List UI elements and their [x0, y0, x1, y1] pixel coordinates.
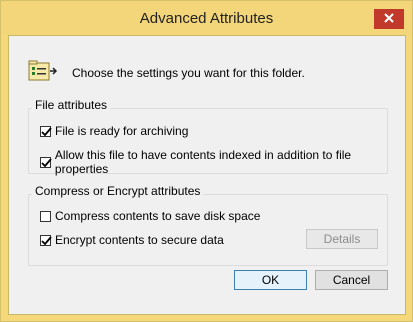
- compress-checkbox-label[interactable]: Compress contents to save disk space: [55, 209, 260, 223]
- checkmark-icon: [41, 235, 52, 245]
- ok-button[interactable]: OK: [234, 270, 307, 290]
- checkmark-icon: [41, 126, 52, 136]
- compress-checkbox[interactable]: [40, 210, 51, 222]
- dialog-client-area: Choose the settings you want for this fo…: [8, 35, 406, 315]
- advanced-attributes-window: Advanced Attributes Choose the settings …: [0, 0, 413, 322]
- folder-attributes-icon: [28, 60, 58, 82]
- details-button[interactable]: Details: [306, 229, 378, 249]
- archive-checkbox-row[interactable]: File is ready for archiving: [40, 124, 188, 138]
- cancel-button[interactable]: Cancel: [315, 270, 388, 290]
- encrypt-checkbox[interactable]: [40, 234, 52, 246]
- intro-text: Choose the settings you want for this fo…: [72, 66, 305, 80]
- archive-checkbox-label[interactable]: File is ready for archiving: [55, 124, 188, 138]
- checkmark-icon: [41, 157, 52, 167]
- title-bar[interactable]: Advanced Attributes: [1, 1, 412, 35]
- index-checkbox-label[interactable]: Allow this file to have contents indexed…: [55, 148, 405, 176]
- close-button[interactable]: [374, 9, 404, 29]
- encrypt-checkbox-row[interactable]: Encrypt contents to secure data: [40, 233, 224, 247]
- archive-checkbox[interactable]: [40, 125, 52, 137]
- window-title: Advanced Attributes: [139, 10, 274, 27]
- index-checkbox[interactable]: [40, 156, 52, 168]
- compress-checkbox-row[interactable]: Compress contents to save disk space: [40, 209, 260, 223]
- compress-encrypt-label: Compress or Encrypt attributes: [32, 184, 204, 198]
- encrypt-checkbox-label[interactable]: Encrypt contents to secure data: [55, 233, 224, 247]
- file-attributes-label: File attributes: [32, 98, 111, 112]
- close-icon: [384, 12, 394, 26]
- index-checkbox-row[interactable]: Allow this file to have contents indexed…: [40, 148, 405, 176]
